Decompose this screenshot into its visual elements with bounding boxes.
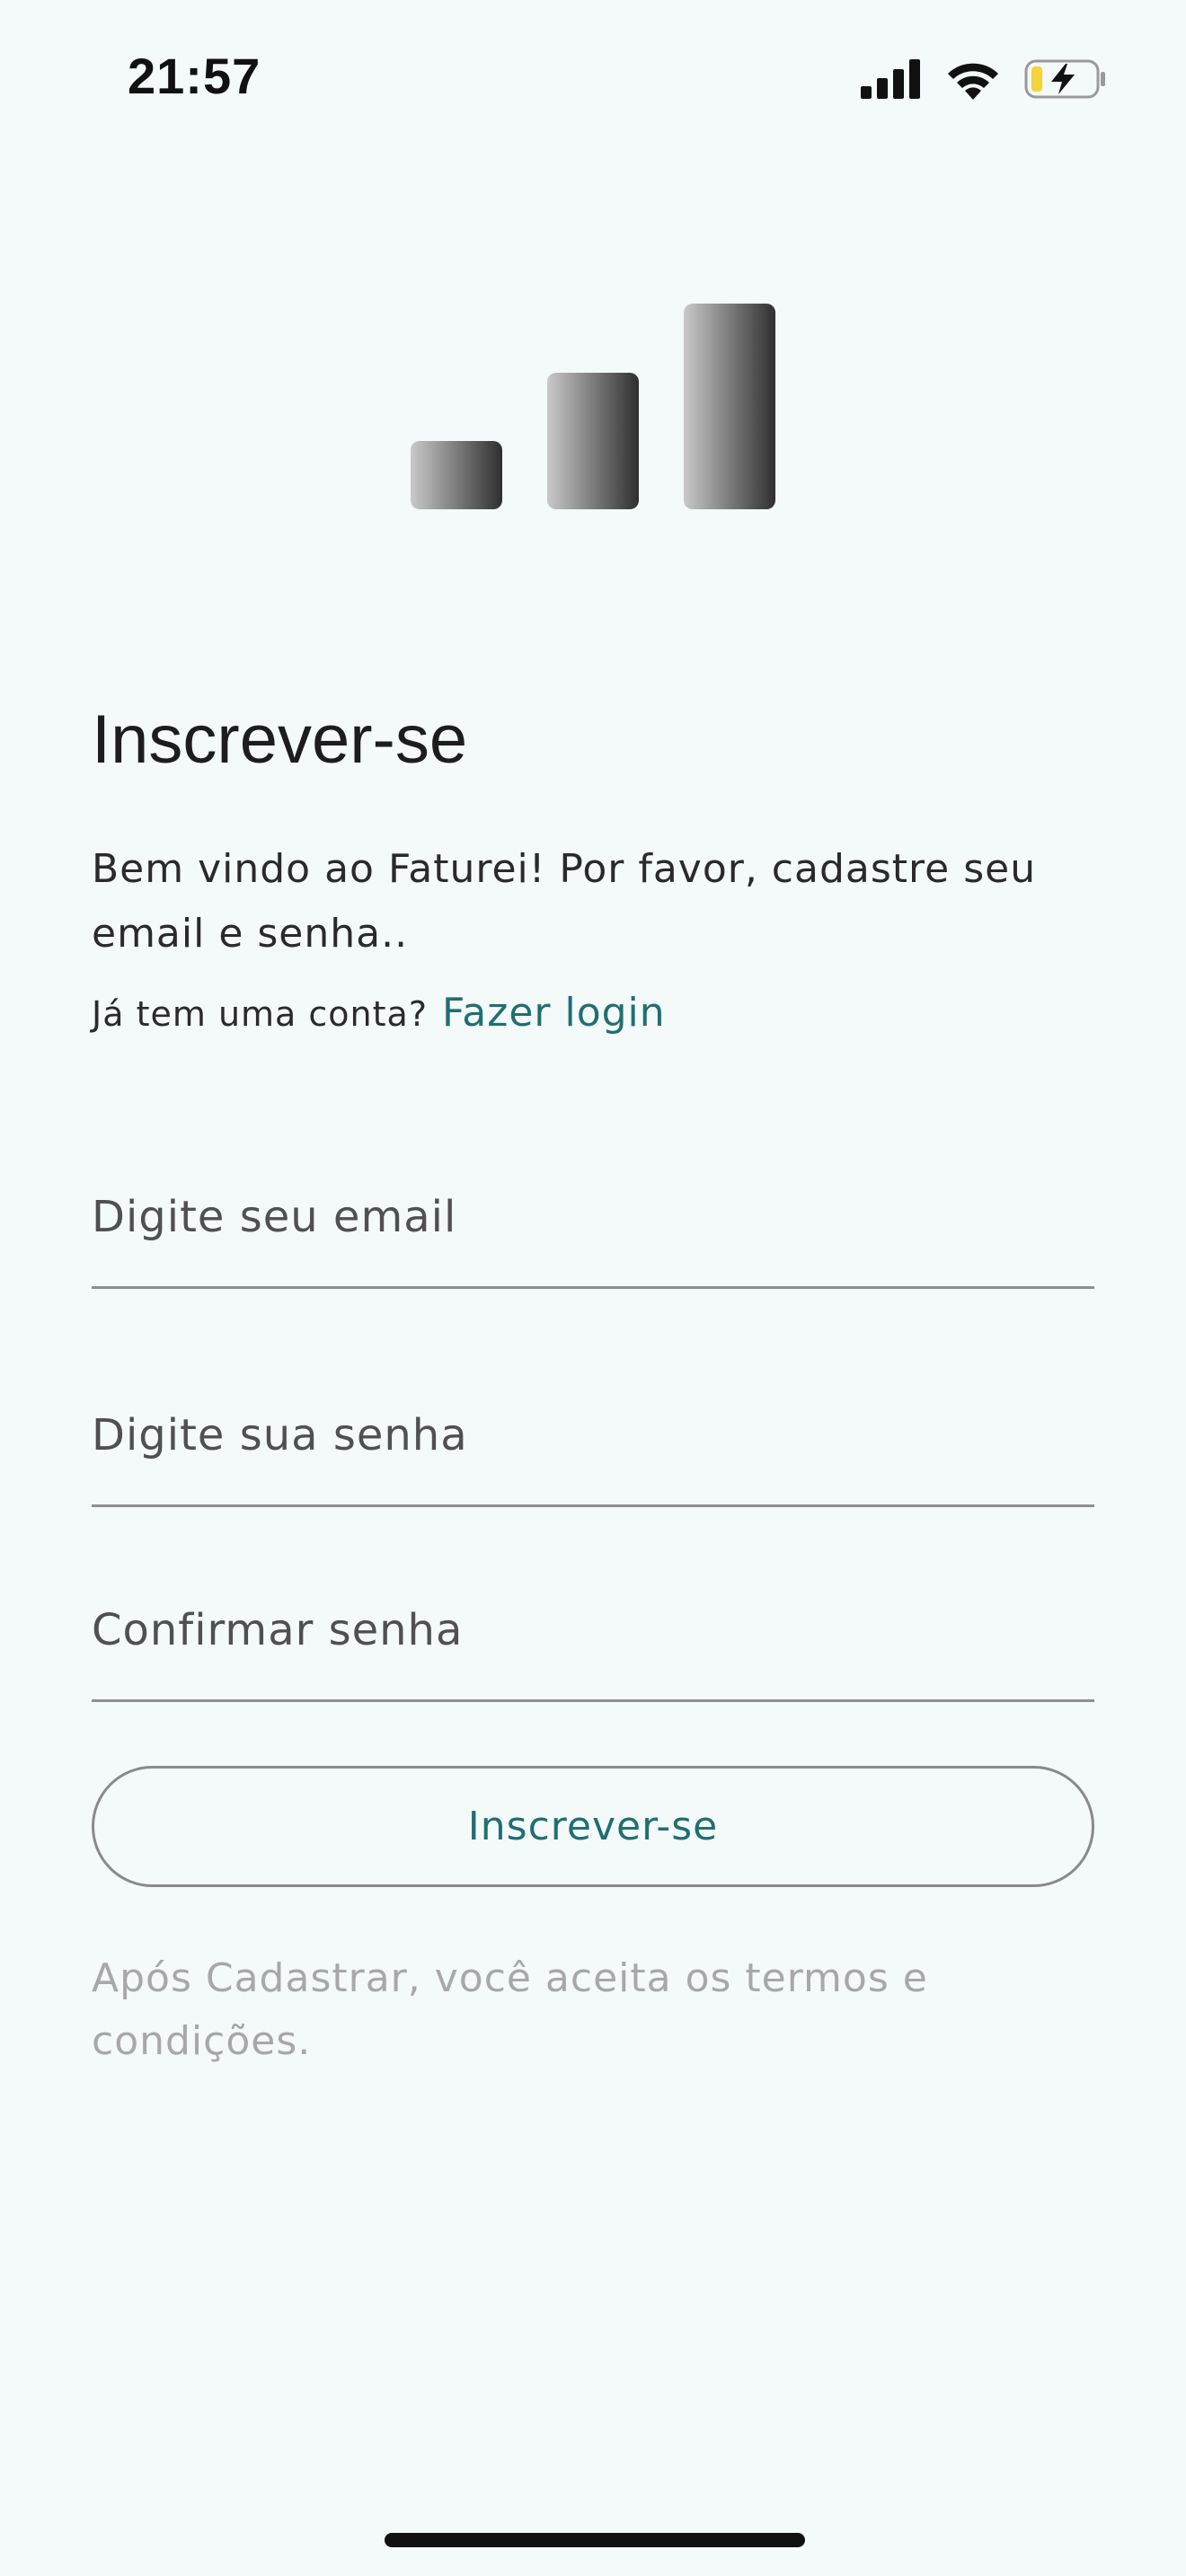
welcome-text: Bem vindo ao Faturei! Por favor, cadastr…	[92, 846, 1037, 957]
status-time: 21:57	[128, 48, 261, 104]
status-bar: 21:57	[0, 0, 1186, 153]
page-title: Inscrever-se	[92, 701, 468, 778]
has-account-text: Já tem uma conta?	[92, 994, 428, 1034]
cellular-signal-icon	[861, 59, 922, 99]
wifi-icon	[945, 58, 1001, 100]
confirm-password-field[interactable]	[92, 1585, 1094, 1675]
confirm-password-field-container	[92, 1576, 1094, 1702]
login-link[interactable]: Fazer login	[442, 990, 666, 1036]
email-field[interactable]	[92, 1172, 1094, 1262]
signup-button[interactable]: Inscrever-se	[92, 1766, 1094, 1887]
bar-chart-logo-icon	[409, 301, 777, 512]
status-icons	[861, 56, 1107, 102]
home-indicator[interactable]	[385, 2533, 805, 2547]
signup-screen: 21:57 Inscrever-se Bem vindo ao Faturei!…	[0, 0, 1186, 2576]
password-field-container	[92, 1381, 1094, 1507]
password-field[interactable]	[92, 1390, 1094, 1480]
login-prompt: Já tem uma conta? Fazer login	[92, 990, 666, 1036]
terms-text: Após Cadastrar, você aceita os termos e …	[92, 1955, 928, 2064]
email-field-container	[92, 1163, 1094, 1289]
battery-charging-icon	[1024, 58, 1107, 100]
